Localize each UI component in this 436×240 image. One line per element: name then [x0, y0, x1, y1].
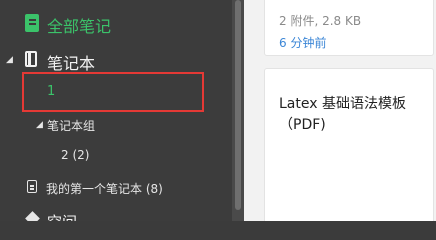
sidebar-item-notebook-2[interactable]: 2 (2)	[0, 146, 232, 166]
sidebar-item-space[interactable]: 空间	[0, 208, 232, 221]
note-meta: 2 附件, 2.8 KB	[279, 14, 362, 28]
note-card[interactable]: Latex 基础语法模板（PDF)	[264, 68, 434, 221]
selection-highlight	[22, 72, 204, 112]
sidebar-item-label: 笔记本	[47, 54, 96, 73]
note-title: Latex 基础语法模板（PDF)	[279, 96, 406, 133]
sidebar-item-label: 全部笔记	[47, 17, 112, 36]
notebook-icon	[25, 51, 37, 67]
note-timestamp: 6 分钟前	[279, 36, 327, 50]
notebook-group-label: 笔记本组	[47, 119, 96, 133]
note-icon	[25, 14, 39, 32]
note-card[interactable]: 2 附件, 2.8 KB 6 分钟前	[264, 0, 434, 56]
sidebar-scrollbar-thumb[interactable]	[235, 0, 241, 210]
caret-expanded-icon[interactable]: ◢	[36, 120, 43, 130]
note-list: 2 附件, 2.8 KB 6 分钟前 Latex 基础语法模板（PDF)	[244, 0, 436, 221]
sidebar-item-notebooks[interactable]: ◢ 笔记本	[0, 46, 232, 74]
cube-icon	[25, 211, 40, 221]
notebook-label: 2 (2)	[61, 148, 90, 162]
sidebar-item-notebook-group[interactable]: ◢ 笔记本组	[0, 114, 232, 136]
sidebar: 全部笔记 ◢ 笔记本 1 ◢ 笔记本组 2 (2) 我的第一个笔记本 (8) 空…	[0, 0, 232, 221]
notebook-label: 我的第一个笔记本 (8)	[46, 182, 163, 196]
sidebar-item-all-notes[interactable]: 全部笔记	[0, 8, 232, 38]
sidebar-item-label: 空间	[47, 211, 77, 221]
notebook-small-icon	[27, 180, 37, 193]
caret-expanded-icon[interactable]: ◢	[6, 55, 13, 65]
sidebar-item-first-notebook[interactable]: 我的第一个笔记本 (8)	[0, 178, 232, 198]
